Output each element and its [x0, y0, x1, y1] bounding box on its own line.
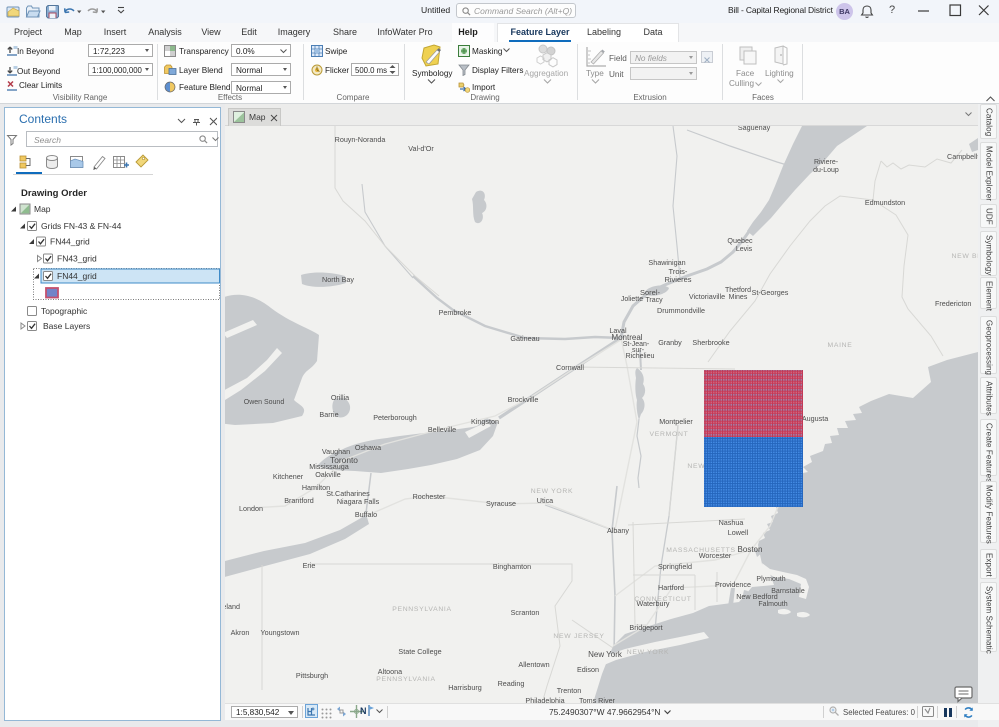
svg-text:NEW YORK: NEW YORK	[627, 649, 670, 656]
svg-text:Worcester: Worcester	[699, 551, 732, 560]
svg-text:Quebec: Quebec	[727, 236, 753, 245]
svg-text:Victoriaville: Victoriaville	[689, 292, 725, 301]
svg-text:Reading: Reading	[498, 679, 525, 688]
svg-text:Augusta: Augusta	[802, 414, 828, 423]
svg-text:Joliette: Joliette	[621, 296, 643, 303]
svg-text:Pittsburgh: Pittsburgh	[296, 671, 328, 680]
svg-text:New York: New York	[588, 650, 623, 659]
svg-text:Map: Map	[34, 204, 51, 214]
svg-text:Buffalo: Buffalo	[355, 510, 377, 519]
svg-text:NEW JERSEY: NEW JERSEY	[553, 633, 604, 640]
svg-text:Syracuse: Syracuse	[486, 499, 516, 508]
svg-text:du-Loup: du-Loup	[813, 167, 839, 174]
svg-text:London: London	[239, 504, 263, 513]
svg-text:Trenton: Trenton	[557, 686, 582, 695]
svg-text:New Bedford: New Bedford	[736, 592, 778, 601]
svg-text:Altoona: Altoona	[378, 667, 402, 676]
svg-text:PENNSYLVANIA: PENNSYLVANIA	[376, 676, 436, 683]
svg-text:Harrisburg: Harrisburg	[448, 683, 482, 692]
svg-text:Kingston: Kingston	[471, 417, 499, 426]
svg-text:Brockville: Brockville	[508, 395, 539, 404]
svg-text:Richelieu: Richelieu	[626, 353, 655, 360]
svg-text:Erie: Erie	[303, 561, 316, 570]
svg-text:Providence: Providence	[715, 580, 751, 589]
svg-text:PENNSYLVANIA: PENNSYLVANIA	[392, 606, 452, 613]
svg-text:Riviere-: Riviere-	[814, 159, 839, 166]
svg-text:State College: State College	[398, 647, 441, 656]
svg-text:Nashua: Nashua	[719, 518, 744, 527]
svg-text:MAINE: MAINE	[827, 342, 852, 349]
svg-text:Niagara Falls: Niagara Falls	[337, 497, 380, 506]
svg-text:Mines: Mines	[729, 294, 748, 301]
svg-text:FN43_grid: FN43_grid	[57, 254, 97, 264]
svg-text:Campbellton: Campbellton	[947, 152, 978, 161]
svg-text:Waterbury: Waterbury	[637, 599, 670, 608]
svg-text:Youngstown: Youngstown	[261, 628, 300, 637]
svg-text:Scranton: Scranton	[511, 608, 540, 617]
svg-text:Topographic: Topographic	[41, 306, 88, 316]
svg-text:Granby: Granby	[658, 338, 682, 347]
svg-text:Plymouth: Plymouth	[756, 576, 785, 583]
svg-text:NEW YORK: NEW YORK	[531, 488, 574, 495]
svg-text:Lowell: Lowell	[728, 528, 749, 537]
svg-text:Oshawa: Oshawa	[355, 443, 381, 452]
svg-text:Grids FN-43 & FN-44: Grids FN-43 & FN-44	[41, 221, 122, 231]
svg-text:Philadelphia: Philadelphia	[525, 696, 564, 703]
svg-text:Oakville: Oakville	[315, 470, 341, 479]
svg-text:Val-d'Or: Val-d'Or	[408, 144, 434, 153]
svg-text:Pembroke: Pembroke	[439, 308, 472, 317]
svg-text:Brantford: Brantford	[284, 496, 314, 505]
svg-text:Albany: Albany	[607, 526, 629, 535]
svg-text:Binghamton: Binghamton	[493, 562, 531, 571]
svg-text:Edison: Edison	[577, 665, 599, 674]
svg-text:Sherbrooke: Sherbrooke	[692, 338, 729, 347]
svg-text:Saguenay: Saguenay	[738, 126, 771, 132]
svg-text:Utica: Utica	[537, 496, 553, 505]
svg-text:Rochester: Rochester	[413, 492, 446, 501]
svg-text:Cleveland: Cleveland	[225, 602, 240, 611]
svg-text:VERMONT: VERMONT	[650, 431, 689, 438]
svg-text:Bridgeport: Bridgeport	[629, 623, 662, 632]
svg-text:Tracy: Tracy	[645, 297, 663, 304]
svg-text:Akron: Akron	[231, 628, 250, 637]
svg-text:Kitchener: Kitchener	[273, 472, 304, 481]
svg-text:Shawinigan: Shawinigan	[648, 258, 685, 267]
svg-text:Levis: Levis	[736, 246, 753, 253]
svg-text:Gatineau: Gatineau	[510, 334, 539, 343]
svg-text:FN44_grid: FN44_grid	[57, 271, 97, 281]
svg-text:Cornwall: Cornwall	[556, 363, 584, 372]
svg-text:Montpelier: Montpelier	[659, 417, 693, 426]
svg-text:St-Georges: St-Georges	[752, 288, 789, 297]
svg-text:Drummondville: Drummondville	[657, 306, 705, 315]
svg-text:Peterborough: Peterborough	[373, 413, 417, 422]
svg-text:Boston: Boston	[738, 545, 763, 554]
svg-text:Fredericton: Fredericton	[935, 299, 971, 308]
svg-text:Toms River: Toms River	[579, 696, 616, 703]
svg-text:Barrie: Barrie	[319, 410, 338, 419]
svg-text:Rouyn-Noranda: Rouyn-Noranda	[335, 135, 386, 144]
svg-text:Base Layers: Base Layers	[43, 321, 90, 331]
svg-text:Falmouth: Falmouth	[758, 601, 787, 608]
svg-text:Springfield: Springfield	[658, 562, 692, 571]
svg-text:North Bay: North Bay	[322, 275, 354, 284]
svg-text:Edmundston: Edmundston	[865, 198, 905, 207]
svg-text:Thetford: Thetford	[725, 287, 751, 294]
svg-text:Orillia: Orillia	[331, 393, 349, 402]
svg-text:FN44_grid: FN44_grid	[50, 237, 90, 247]
svg-text:Belleville: Belleville	[428, 425, 456, 434]
svg-text:Rivieres: Rivieres	[664, 275, 691, 284]
svg-text:Allentown: Allentown	[518, 660, 549, 669]
svg-text:NEW BRU: NEW BRU	[952, 253, 979, 260]
svg-text:Owen Sound: Owen Sound	[244, 399, 285, 406]
svg-text:Hartford: Hartford	[658, 583, 684, 592]
